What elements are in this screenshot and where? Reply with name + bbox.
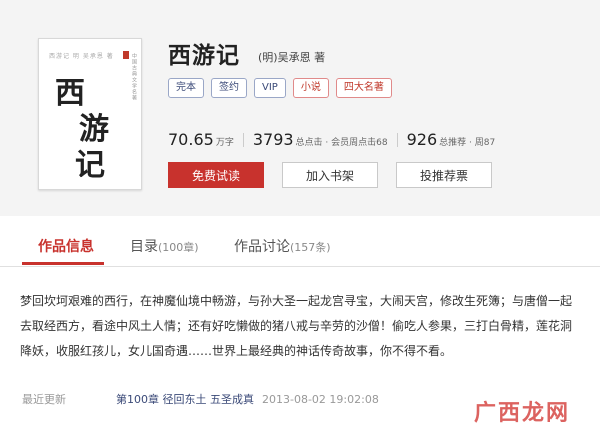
- tab-catalog[interactable]: 目录(100章): [130, 236, 199, 256]
- free-read-button[interactable]: 免费试读: [168, 162, 264, 188]
- cover-char-1: 西: [55, 76, 85, 111]
- cover-topline: 西游记 明 吴承恩 著: [49, 53, 114, 60]
- tag-novel[interactable]: 小说: [292, 78, 329, 98]
- recommend-count-label: 总推荐 · 周87: [439, 138, 496, 148]
- tag-list: 完本 签约 VIP 小说 四大名著: [168, 78, 392, 98]
- site-watermark: 广西龙网: [473, 401, 570, 426]
- tab-discussion-label: 作品讨论: [234, 239, 290, 255]
- latest-update-label: 最近更新: [22, 393, 66, 406]
- click-count-label: 总点击 · 会员周点击68: [295, 138, 388, 148]
- book-author[interactable]: (明)吴承恩 著: [258, 49, 325, 65]
- stat-divider: [242, 132, 244, 147]
- book-cover[interactable]: 西游记 明 吴承恩 著 中国古典文学名著 西 游 记: [38, 38, 142, 190]
- tab-discussion-count: (157条): [290, 241, 331, 254]
- word-count-label: 万字: [215, 138, 234, 148]
- book-description: 梦回坎坷艰难的西行，在神魔仙境中畅游，与孙大圣一起龙宫寻宝，大闹天宫，修改生死簿…: [20, 294, 573, 358]
- cover-char-2: 游: [79, 112, 109, 147]
- click-count-value: 3793: [252, 130, 294, 149]
- tab-book-info-label: 作品信息: [38, 239, 94, 255]
- tab-discussion[interactable]: 作品讨论(157条): [234, 236, 331, 256]
- stat-divider: [396, 132, 398, 147]
- recommend-count-value: 926: [406, 130, 438, 149]
- vote-recommend-button[interactable]: 投推荐票: [396, 162, 492, 188]
- book-header-panel: 西游记 明 吴承恩 著 中国古典文学名著 西 游 记 西游记 (明)吴承恩 著 …: [0, 0, 600, 216]
- tab-book-info[interactable]: 作品信息: [38, 236, 94, 256]
- tag-finished[interactable]: 完本: [168, 78, 204, 98]
- add-to-shelf-button[interactable]: 加入书架: [282, 162, 378, 188]
- word-count-value: 70.65: [168, 130, 214, 149]
- book-stats: 70.65 万字 3793 总点击 · 会员周点击68 926 总推荐 · 周8…: [168, 130, 495, 149]
- cover-sidetext: 中国古典文学名著: [131, 53, 137, 101]
- tab-catalog-label: 目录: [130, 239, 158, 255]
- cover-seal: [123, 51, 129, 59]
- latest-update-time: 2013-08-02 19:02:08: [262, 392, 379, 406]
- latest-update-row: 最近更新 第100章 径回东土 五圣成真 2013-08-02 19:02:08: [22, 391, 379, 407]
- tag-signed[interactable]: 签约: [211, 78, 247, 98]
- tag-vip[interactable]: VIP: [254, 78, 286, 98]
- active-tab-indicator: [22, 262, 104, 265]
- book-title: 西游记: [168, 43, 240, 69]
- tag-four-classics[interactable]: 四大名著: [335, 78, 392, 98]
- tab-bar: 作品信息 目录(100章) 作品讨论(157条): [0, 226, 600, 267]
- cover-char-3: 记: [75, 148, 105, 183]
- latest-chapter-link[interactable]: 第100章 径回东土 五圣成真: [116, 391, 254, 407]
- tab-catalog-count: (100章): [158, 241, 199, 254]
